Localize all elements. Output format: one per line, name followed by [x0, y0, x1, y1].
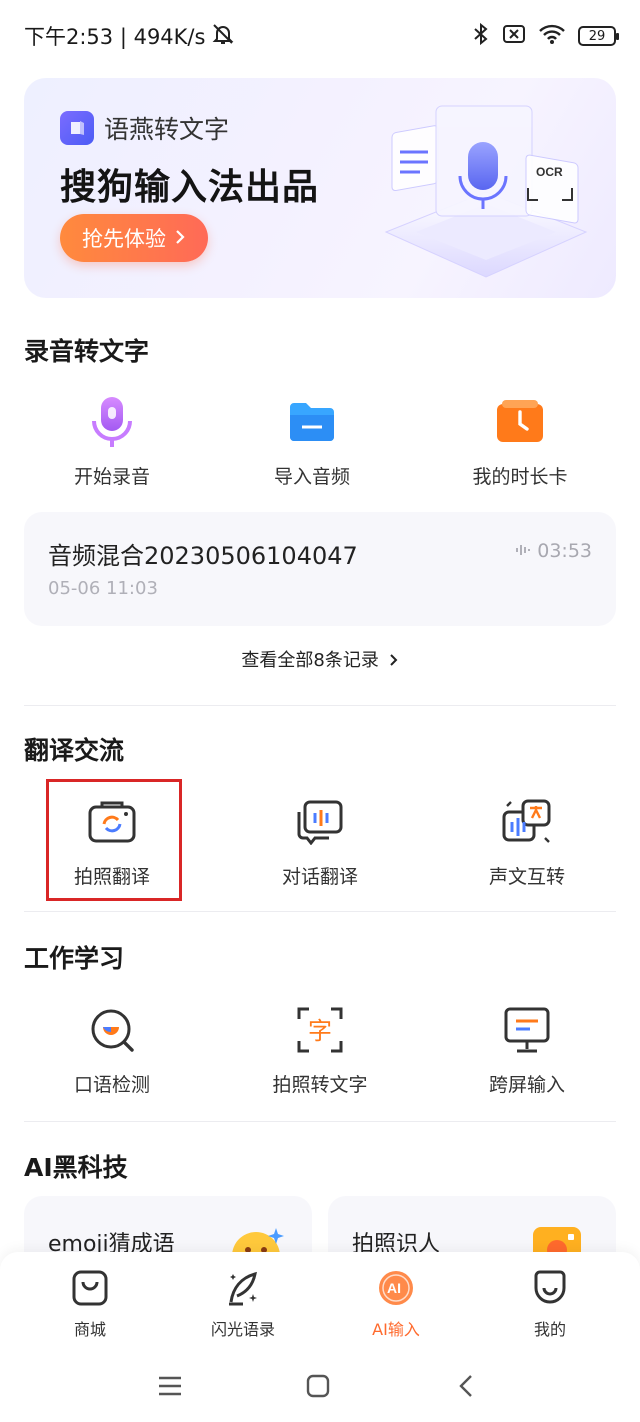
promo-banner[interactable]: 语燕转文字 搜狗输入法出品 抢先体验 OCR — [24, 78, 616, 298]
tab-ai-input[interactable]: AI AI输入 — [336, 1266, 456, 1340]
status-right: 29 — [472, 22, 619, 51]
record-duration-text: 03:53 — [537, 540, 592, 562]
time-card-label: 我的时长卡 — [472, 466, 568, 488]
dialog-translate-label: 对话翻译 — [281, 866, 358, 888]
photo-to-text-glyph: 字 — [308, 1017, 332, 1045]
try-now-label: 抢先体验 — [82, 227, 166, 251]
speech-check-button[interactable]: 口语检测 — [22, 1002, 202, 1112]
back-chevron-icon[interactable] — [446, 1368, 486, 1404]
photo-to-text-button[interactable]: 字 拍照转文字 — [230, 1002, 410, 1112]
record-time: 05-06 11:03 — [48, 578, 158, 599]
dialog-translate-icon — [292, 794, 348, 850]
divider — [24, 1121, 616, 1122]
tab-shop-label: 商城 — [73, 1320, 106, 1339]
microphone-icon — [84, 394, 140, 450]
section-title-work: 工作学习 — [24, 944, 125, 973]
menu-icon[interactable] — [150, 1368, 190, 1404]
status-bar: 下午2:53 | 494K/s 29 — [0, 0, 640, 72]
section-title-ai: AI黑科技 — [24, 1153, 128, 1182]
view-all-records-link[interactable]: 查看全部8条记录 — [0, 646, 640, 672]
svg-text:AI: AI — [387, 1280, 401, 1296]
waveform-icon — [515, 540, 531, 562]
try-now-button[interactable]: 抢先体验 — [60, 214, 208, 262]
brand-logo-icon — [60, 111, 94, 145]
photo-to-text-icon: 字 — [292, 1002, 348, 1058]
recording-tools: 开始录音 导入音频 我的时长卡 — [0, 394, 640, 504]
tab-profile[interactable]: 我的 — [490, 1266, 610, 1340]
photo-to-text-label: 拍照转文字 — [272, 1074, 368, 1096]
recording-record-card[interactable]: 音频混合20230506104047 05-06 11:03 03:53 — [24, 512, 616, 626]
battery-icon: 29 — [578, 26, 619, 46]
cross-screen-input-button[interactable]: 跨屏输入 — [437, 1002, 617, 1112]
sim-off-icon — [502, 23, 526, 50]
view-all-label: 查看全部8条记录 — [241, 650, 379, 671]
record-duration: 03:53 — [515, 540, 592, 562]
bluetooth-icon — [472, 22, 490, 51]
tab-quotes[interactable]: 闪光语录 — [183, 1266, 303, 1340]
import-audio-label: 导入音频 — [273, 466, 350, 488]
work-tools: 口语检测 字 拍照转文字 跨屏输入 — [0, 1002, 640, 1112]
tab-profile-label: 我的 — [533, 1320, 566, 1339]
banner-brand: 语燕转文字 — [60, 110, 229, 146]
banner-title: 搜狗输入法出品 — [60, 167, 320, 208]
brand-name: 语燕转文字 — [104, 115, 230, 144]
voice-text-icon — [499, 794, 555, 850]
chevron-right-icon — [174, 226, 186, 250]
highlight-box — [46, 779, 182, 901]
tab-quotes-label: 闪光语录 — [210, 1320, 275, 1339]
divider — [24, 705, 616, 706]
folder-icon — [284, 394, 340, 450]
banner-illustration: OCR — [376, 92, 596, 288]
ocr-label: OCR — [536, 165, 563, 179]
mute-bell-icon — [211, 22, 235, 51]
ai-input-icon: AI — [374, 1266, 418, 1310]
import-audio-button[interactable]: 导入音频 — [222, 394, 402, 504]
dialog-translate-button[interactable]: 对话翻译 — [230, 794, 410, 904]
status-time-speed: 下午2:53 | 494K/s — [24, 25, 206, 49]
shop-bag-icon — [68, 1266, 112, 1310]
speech-check-icon — [84, 1002, 140, 1058]
tab-shop[interactable]: 商城 — [30, 1266, 150, 1340]
profile-icon — [528, 1266, 572, 1310]
voice-text-convert-button[interactable]: 声文互转 — [437, 794, 617, 904]
record-name: 音频混合20230506104047 — [48, 542, 358, 570]
section-title-recording: 录音转文字 — [24, 337, 150, 366]
status-left: 下午2:53 | 494K/s — [24, 21, 235, 51]
section-title-translation: 翻译交流 — [24, 736, 125, 765]
divider — [24, 911, 616, 912]
home-square-icon[interactable] — [298, 1368, 338, 1404]
cross-screen-label: 跨屏输入 — [488, 1074, 565, 1096]
bottom-tab-bar: 商城 闪光语录 AI AI输入 我的 — [0, 1252, 640, 1352]
system-nav-bar — [0, 1352, 640, 1422]
time-card-button[interactable]: 我的时长卡 — [430, 394, 610, 504]
voice-text-label: 声文互转 — [488, 866, 565, 888]
start-recording-button[interactable]: 开始录音 — [22, 394, 202, 504]
wifi-icon — [538, 23, 566, 50]
cross-screen-icon — [499, 1002, 555, 1058]
clock-card-icon — [492, 394, 548, 450]
chevron-right-icon — [389, 651, 399, 672]
start-recording-label: 开始录音 — [73, 466, 150, 488]
quill-icon — [221, 1266, 265, 1310]
tab-ai-input-label: AI输入 — [372, 1320, 420, 1339]
speech-check-label: 口语检测 — [73, 1074, 150, 1096]
